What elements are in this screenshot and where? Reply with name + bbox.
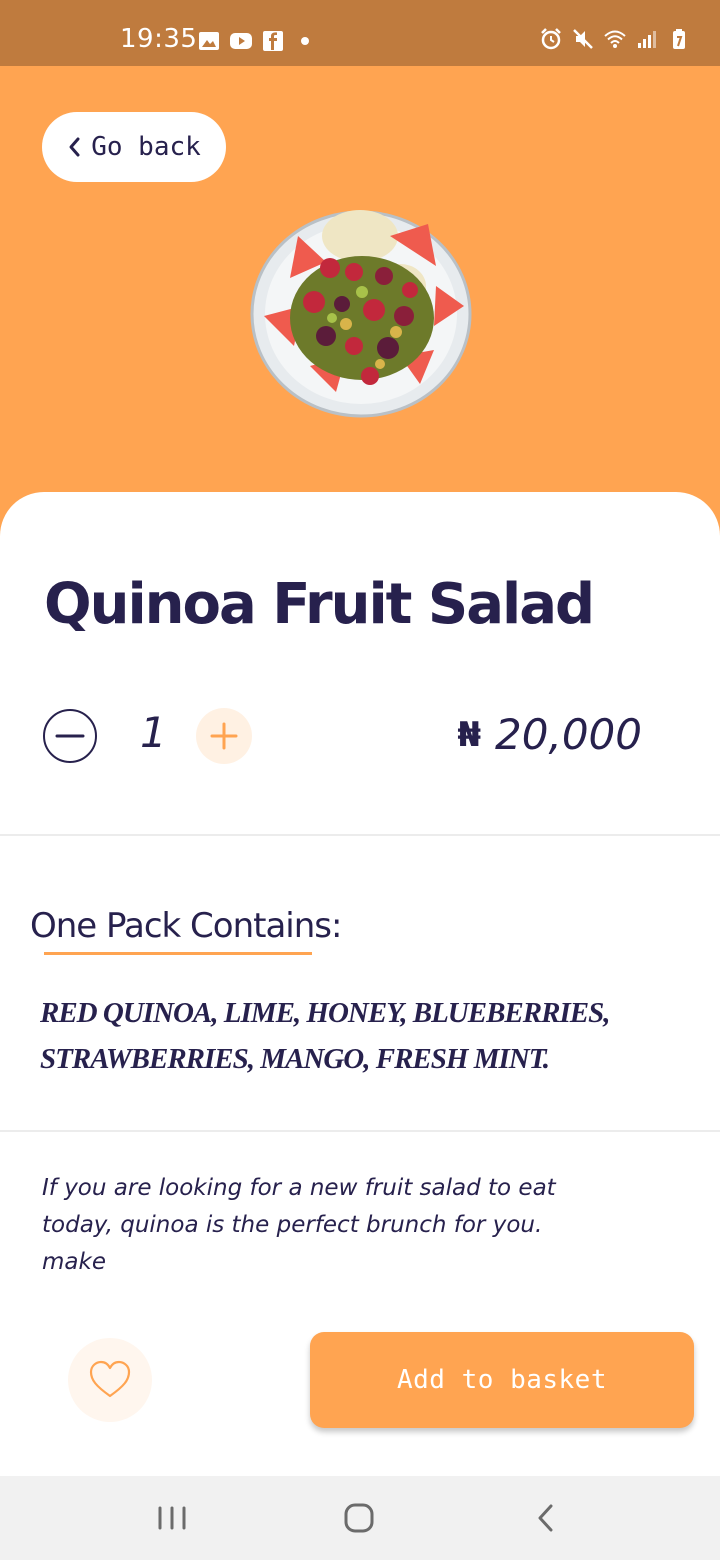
product-title: Quinoa Fruit Salad xyxy=(44,572,595,637)
go-back-button[interactable]: Go back xyxy=(42,112,226,182)
youtube-icon xyxy=(230,33,252,49)
fruit-salad-image xyxy=(250,210,472,418)
status-left-icons xyxy=(198,30,316,52)
signal-icon xyxy=(638,31,656,48)
price-value: 20,000 xyxy=(495,710,642,759)
alarm-icon xyxy=(541,28,561,50)
description-line: today, quinoa is the perfect brunch for … xyxy=(42,1212,543,1238)
chevron-left-icon xyxy=(69,137,80,157)
go-back-label: Go back xyxy=(91,132,201,162)
divider xyxy=(0,1130,720,1132)
wifi-icon xyxy=(604,30,626,48)
ingredients-line: STRAWBERRIES, MANGO, FRESH MINT. xyxy=(40,1043,550,1075)
contents-heading: One Pack Contains: xyxy=(30,906,342,946)
status-time: 19:35 xyxy=(120,24,198,54)
currency-symbol: ₦ xyxy=(457,714,482,755)
back-icon[interactable] xyxy=(524,1496,568,1540)
divider xyxy=(0,834,720,836)
gallery-icon xyxy=(199,32,219,50)
description-line: If you are looking for a new fruit salad… xyxy=(42,1175,556,1201)
add-to-basket-label: Add to basket xyxy=(397,1365,607,1395)
decrease-quantity-button[interactable] xyxy=(42,708,98,764)
system-nav-bar xyxy=(0,1476,720,1560)
recents-icon[interactable] xyxy=(150,1496,194,1540)
status-right-icons xyxy=(540,28,690,50)
add-to-basket-button[interactable]: Add to basket xyxy=(310,1332,694,1428)
favorite-button[interactable] xyxy=(68,1338,152,1422)
heading-underline xyxy=(44,952,312,955)
ingredients-line: RED QUINOA, LIME, HONEY, BLUEBERRIES, xyxy=(40,997,610,1029)
dot-icon xyxy=(301,37,309,45)
increase-quantity-button[interactable] xyxy=(196,708,252,764)
home-icon[interactable] xyxy=(337,1496,381,1540)
product-description: If you are looking for a new fruit salad… xyxy=(42,1170,602,1281)
heart-icon xyxy=(89,1360,131,1398)
ingredients-list: RED QUINOA, LIME, HONEY, BLUEBERRIES, ST… xyxy=(40,990,680,1082)
battery-icon xyxy=(673,29,685,49)
description-line: make xyxy=(42,1249,106,1275)
product-card xyxy=(0,492,720,1476)
facebook-icon xyxy=(263,31,283,51)
quantity-value: 1 xyxy=(140,708,167,757)
mute-icon xyxy=(573,29,593,49)
status-bar: 19:35 xyxy=(0,0,720,66)
product-price: ₦ 20,000 xyxy=(457,710,642,759)
